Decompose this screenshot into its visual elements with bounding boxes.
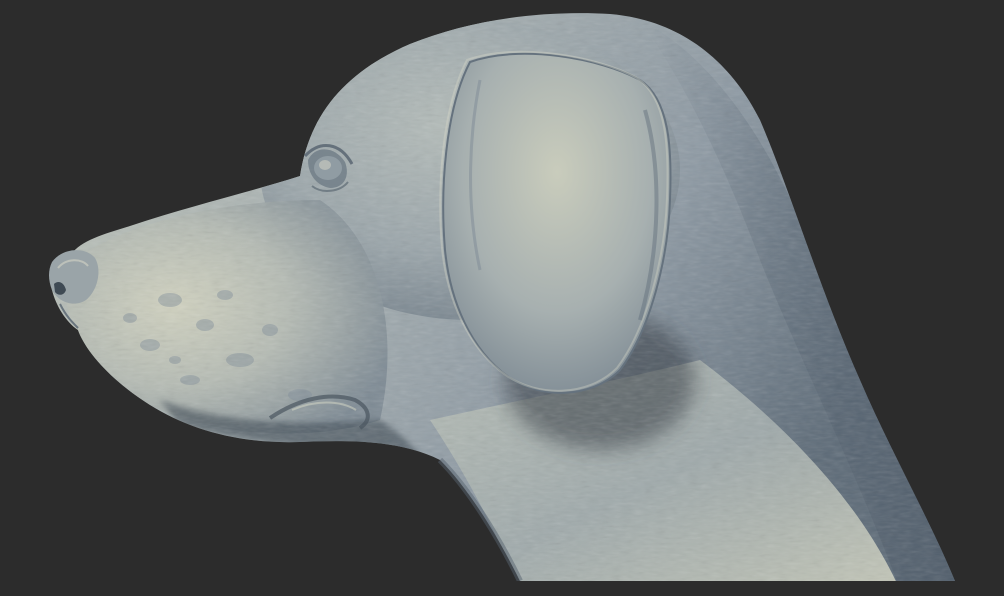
dog-sculpt-render	[49, 13, 955, 583]
viewport-bottom-band	[0, 581, 1004, 596]
dog-ear	[439, 50, 672, 394]
sculpt-viewport	[0, 0, 1004, 596]
